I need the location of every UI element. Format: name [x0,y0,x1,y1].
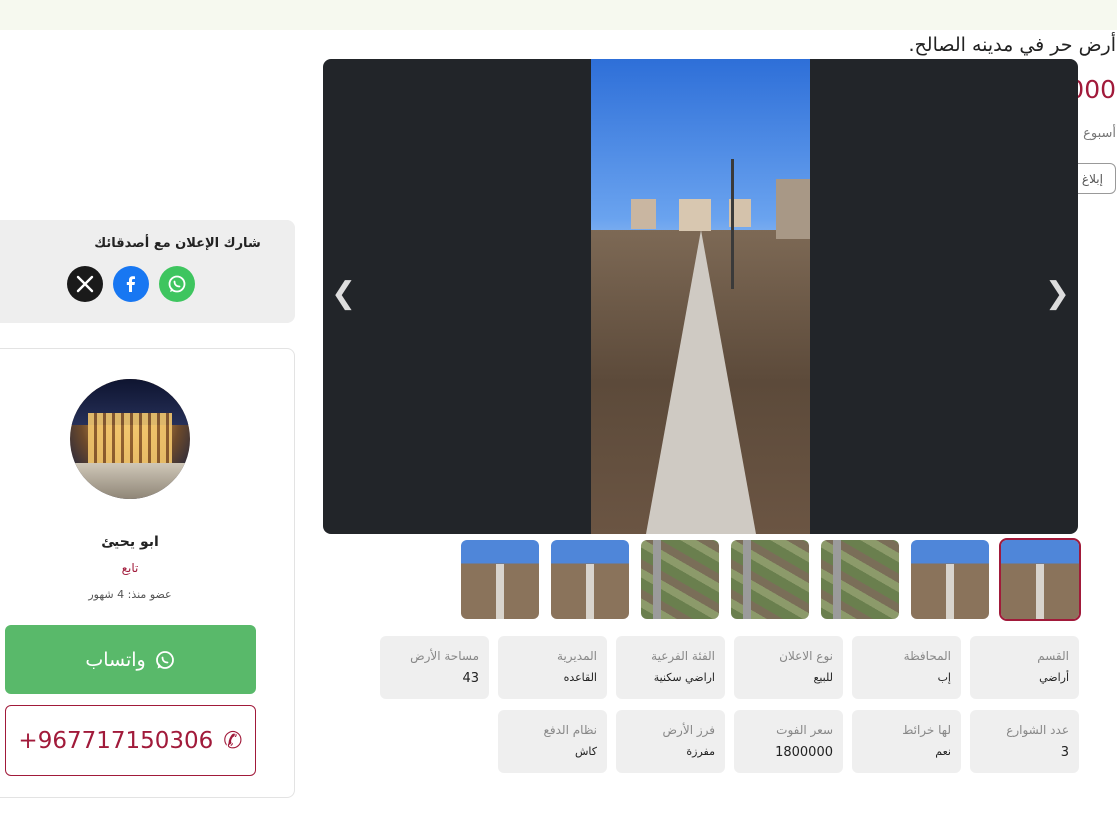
listing-age: أسبوع [1083,126,1116,141]
report-label: إبلاغ [1081,171,1103,186]
listing-title: أرض حر في مدينه الصالح. [908,34,1116,56]
phone-icon: ✆ [223,727,243,754]
detail-label: فرز الأرض [662,723,715,737]
top-bar [0,0,1117,30]
detail-label: عدد الشوارع [1006,723,1069,737]
detail-value: مفرزة [686,745,715,758]
detail-value: إب [937,671,951,684]
thumbnail[interactable] [641,540,719,619]
whatsapp-label: واتساب [85,648,146,671]
share-panel: شارك الإعلان مع أصدقائك [0,220,295,323]
detail-card: فرز الأرض مفرزة [616,710,725,773]
follow-link[interactable]: تابع [70,561,190,575]
share-title: شارك الإعلان مع أصدقائك [94,236,261,251]
detail-label: الفئة الفرعية [651,649,715,663]
detail-label: المديرية [557,649,597,663]
thumbnail[interactable] [551,540,629,619]
detail-value: 1800000 [775,745,833,760]
image-gallery: ❮ ❯ [323,59,1078,534]
detail-value: أراضي [1039,671,1069,684]
detail-label: مساحة الأرض [410,649,479,663]
avatar[interactable] [70,379,190,499]
detail-card: عدد الشوارع 3 [970,710,1079,773]
detail-card: سعر الفوت 1800000 [734,710,843,773]
whatsapp-button[interactable]: واتساب [5,625,256,694]
main-photo[interactable] [591,59,810,534]
photo-building [776,179,810,239]
thumbnail[interactable] [911,540,989,619]
detail-card: القسم أراضي [970,636,1079,699]
detail-value: كاش [574,745,597,758]
thumbnail[interactable] [731,540,809,619]
x-logo-icon[interactable] [67,266,103,302]
detail-label: المحافظة [903,649,951,663]
chevron-right-icon[interactable]: ❯ [1045,279,1070,309]
share-icons [67,266,195,302]
detail-label: سعر الفوت [776,723,833,737]
photo-building [679,199,711,231]
detail-label: نظام الدفع [543,723,598,737]
member-since: عضو منذ: 4 شهور [88,588,172,601]
thumbnail[interactable] [461,540,539,619]
thumbnail-strip [459,538,1081,621]
detail-label: نوع الاعلان [779,649,833,663]
seller-card: ابو يحيئ تابع عضو منذ: 4 شهور واتساب ✆ +… [0,348,295,798]
whatsapp-icon [155,650,174,669]
detail-card: نظام الدفع كاش [498,710,607,773]
facebook-icon[interactable] [113,266,149,302]
avatar-building [88,412,172,467]
avatar-ground [70,463,190,499]
phone-number: +967717150306 [18,727,214,754]
thumbnail[interactable] [999,538,1081,621]
thumbnail[interactable] [821,540,899,619]
whatsapp-icon[interactable] [159,266,195,302]
detail-card: مساحة الأرض 43 [380,636,489,699]
detail-card: المحافظة إب [852,636,961,699]
detail-card: الفئة الفرعية اراضي سكنية [616,636,725,699]
seller-name[interactable]: ابو يحيئ [70,534,190,550]
detail-value: نعم [935,745,951,758]
detail-label: لها خرائط [902,723,951,737]
chevron-left-icon[interactable]: ❮ [331,279,356,309]
detail-card: المديرية القاعده [498,636,607,699]
detail-label: القسم [1037,649,1069,663]
detail-value: 43 [462,671,479,686]
detail-card: لها خرائط نعم [852,710,961,773]
detail-value: 3 [1060,745,1069,760]
detail-card: نوع الاعلان للبيع [734,636,843,699]
detail-value: القاعده [563,671,597,684]
photo-wall [645,230,756,534]
photo-building [631,199,656,229]
phone-button[interactable]: ✆ +967717150306 [5,705,256,776]
detail-value: للبيع [813,671,834,684]
detail-value: اراضي سكنية [653,671,715,684]
